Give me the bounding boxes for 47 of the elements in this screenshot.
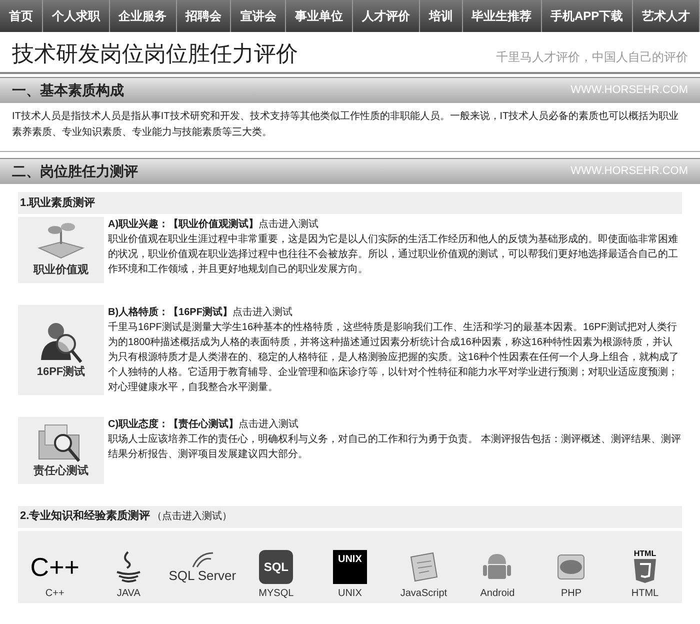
nav-link[interactable]: 艺术人才: [633, 0, 700, 32]
sql-logo: SQL: [259, 550, 294, 584]
tech-label[interactable]: HTML: [631, 586, 659, 600]
tech-label[interactable]: C++: [45, 586, 64, 600]
intro-paragraph: IT技术人员是指技术人员是指从事IT技术研究和开发、技术支持等其他类似工作性质的非职能人员。一般来说，IT技术人员必备的素质也可以概括为职业素养素质、专业知识素质、专业能力与技能素质等三大类。: [11, 110, 680, 140]
subsection-note: （点击进入测试）: [152, 510, 232, 524]
test-description: 职业价值观在职业生涯过程中非常重要，这是因为它是以人们实际的生活工作经历和他人的反馈为基础形成的。即使面临非常困难的状况，职业价值观在职业选择过程中也往往不会被放弃。所以，通过职业价值观的测试，可以帮我们更好地选择最适合自己的工作环境和工作领域，并且更好地规划自己的职业发展方向。: [108, 232, 679, 277]
test-caption: 职业价值观: [34, 262, 88, 278]
tech-label[interactable]: PHP: [560, 586, 582, 600]
test-image-card[interactable]: 16PF测试: [18, 305, 104, 395]
slogan: 千里马人才评价，中国人自己的评价: [496, 49, 688, 66]
site-url: WWW.HORSEHR.COM: [570, 164, 688, 180]
site-url: WWW.HORSEHR.COM: [570, 83, 688, 98]
section-title: 一、基本素质构成: [12, 81, 124, 100]
test-image-card[interactable]: 责任心测试: [18, 417, 104, 484]
nav-link[interactable]: 首页: [0, 0, 43, 32]
unix-logo: UNIX: [332, 550, 367, 584]
cpp-logo: C++: [30, 550, 80, 582]
tech-label[interactable]: UNIX: [338, 586, 362, 600]
test-heading-link[interactable]: C)职业态度：【责任心测试】点击进入测试: [108, 417, 682, 432]
shield-icon: [633, 558, 657, 584]
nav-link[interactable]: 人才评价: [353, 0, 420, 32]
tech-label[interactable]: MYSQL: [258, 586, 294, 600]
html-logo-text: HTML: [634, 549, 656, 558]
tech-label[interactable]: JavaScript: [400, 586, 448, 600]
section-title: 二、岗位胜任力测评: [12, 162, 138, 181]
test-heading-link[interactable]: B)人格特质：【16PF测试】点击进入测试: [108, 305, 682, 320]
sql-server-logo: SQL Server: [168, 568, 236, 582]
subsection-title: 2.专业知识和经验素质测评: [20, 508, 150, 524]
nav-link[interactable]: 培训: [420, 0, 463, 32]
test-description: 职场人士应该培养工作的责任心，明确权利与义务，对自己的工作和行为勇于负责。 本测评报告包括：测评概述、测评结果、测评结果分析报告、测评项目发展建议四大部分。: [108, 432, 682, 462]
test-caption: 责任心测试: [34, 464, 88, 479]
tech-label[interactable]: Android: [480, 586, 515, 600]
nav-link[interactable]: 招聘会: [176, 0, 232, 32]
test-description: 千里马16PF测试是测量大学生16种基本的性格特质，这些特质是影响我们工作、生活和学习的最基本因素。16PF测试把对人类行为的1800种描述概括成为人格的表面特质，并将这种描述通过因素分析统计合成16种因素，称这16种特性因素为根源特质，并认为只有根源特质才是人类潜在的、稳定的人格特征，是人格测验应把握的实质。这16种个性因素在任何一个人身上组合，就构成了个人独特的人格。它适用于教育辅导、企业管理和临床诊疗等，以针对个性特征和能力水平对学业进行预测；对职业适应度预测；对心理健康水平，自我整合水平测量。: [108, 320, 680, 395]
page-title: 技术研发岗位岗位胜任力评价: [12, 40, 298, 68]
nav-link[interactable]: 事业单位: [286, 0, 354, 32]
test-heading-link[interactable]: A)职业兴趣：【职业价值观测试】点击进入测试: [108, 217, 682, 232]
nav-link[interactable]: 企业服务: [110, 0, 177, 32]
nav-link[interactable]: 毕业生推荐: [462, 0, 542, 32]
nav-link[interactable]: 手机APP下载: [542, 0, 634, 32]
nav-link[interactable]: 个人求职: [42, 0, 110, 32]
nav-link[interactable]: 宣讲会: [231, 0, 286, 32]
test-image-card[interactable]: 职业价值观: [18, 217, 104, 283]
test-caption: 16PF测试: [36, 364, 86, 380]
subsection-title: 1.职业素质测评: [20, 196, 96, 211]
tech-label[interactable]: JAVA: [116, 586, 140, 600]
